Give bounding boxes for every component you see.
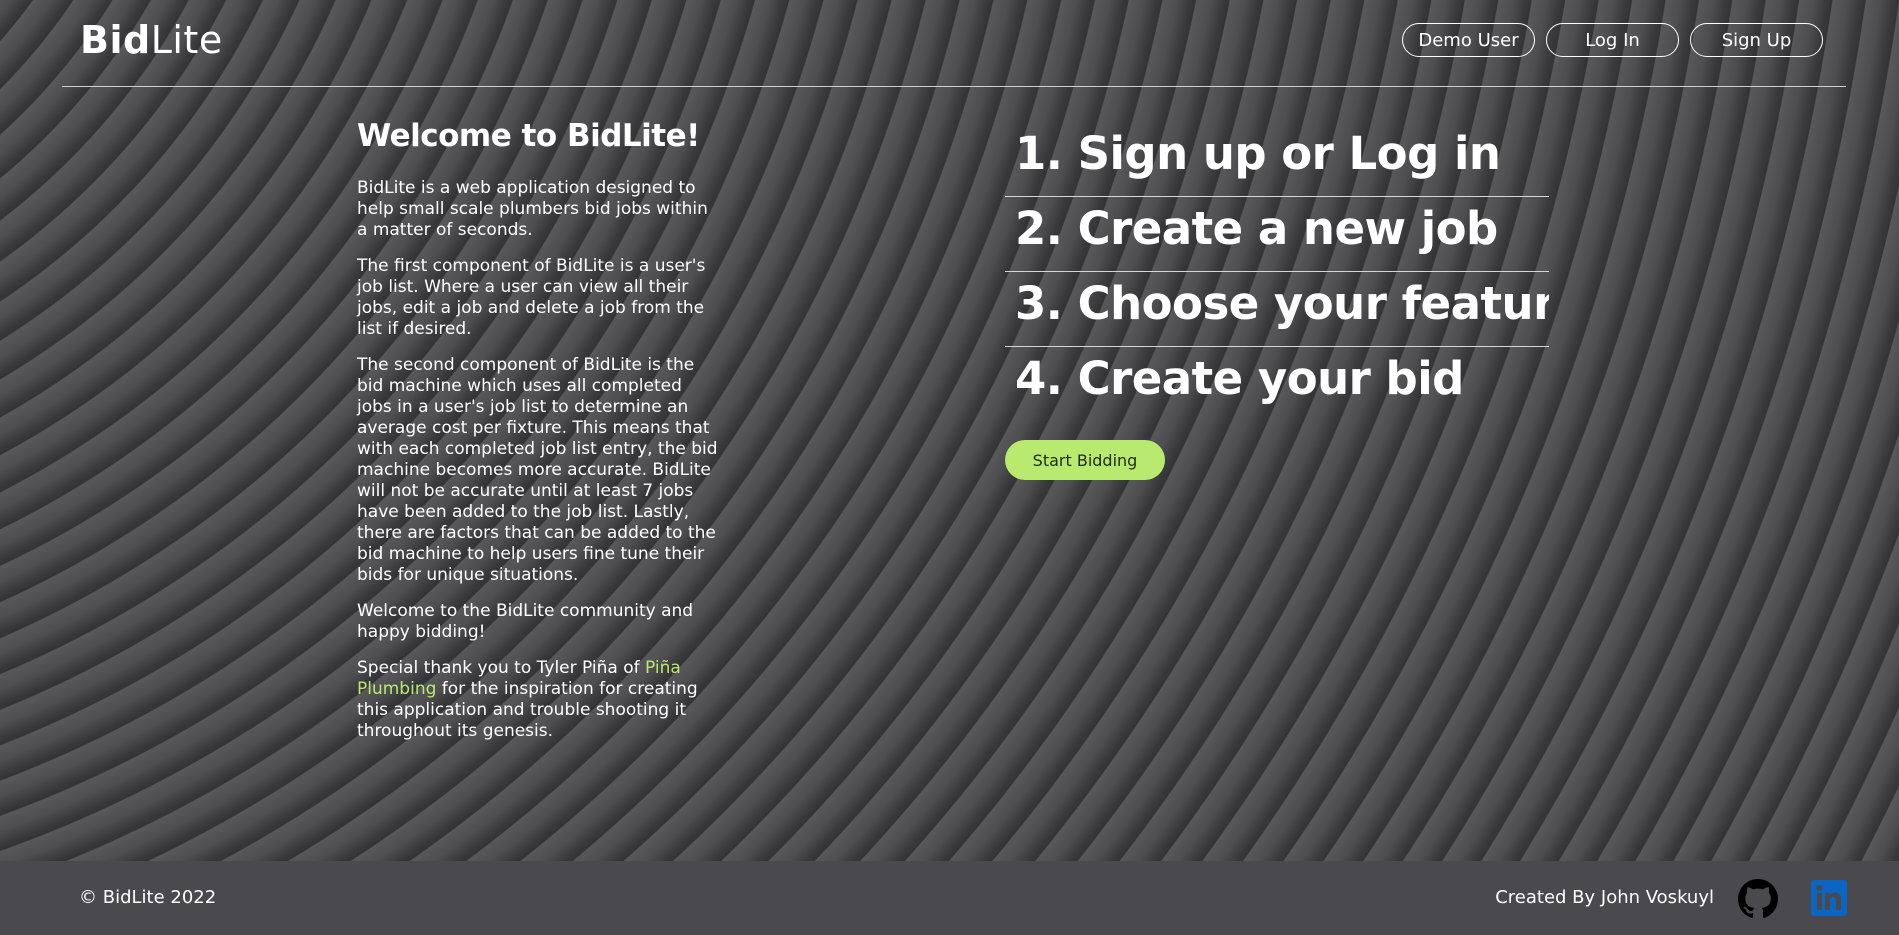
log-in-button[interactable]: Log In <box>1546 23 1679 57</box>
intro-paragraph-4: Welcome to the BidLite community and hap… <box>357 601 694 642</box>
step-3: 3. Choose your features <box>1005 272 1549 347</box>
intro-paragraph-2: The first component of BidLite is a user… <box>357 256 706 339</box>
demo-user-button[interactable]: Demo User <box>1402 23 1535 57</box>
credit-text: Created By John Voskuyl <box>1495 887 1714 908</box>
copyright-text: © BidLite 2022 <box>79 887 217 908</box>
logo-bold: Bid <box>80 18 151 62</box>
sign-up-button[interactable]: Sign Up <box>1690 23 1823 57</box>
steps-list: 1. Sign up or Log in 2. Create a new job… <box>1005 122 1549 422</box>
intro-section: Welcome to BidLite! BidLite is a web app… <box>357 116 719 757</box>
site-footer: © BidLite 2022 Created By John Voskuyl <box>0 861 1899 935</box>
linkedin-icon[interactable] <box>1811 880 1847 916</box>
step-1: 1. Sign up or Log in <box>1005 122 1549 197</box>
intro-title: Welcome to BidLite! <box>357 118 700 154</box>
thanks-paragraph: Special thank you to Tyler Piña of Piña … <box>357 658 719 742</box>
site-header: BidLite Demo User Log In Sign Up <box>62 0 1846 87</box>
intro-paragraph-1: BidLite is a web application designed to… <box>357 178 708 240</box>
start-bidding-button[interactable]: Start Bidding <box>1005 440 1165 480</box>
logo-light: Lite <box>150 18 223 62</box>
step-2: 2. Create a new job <box>1005 197 1549 272</box>
github-icon[interactable] <box>1738 879 1778 919</box>
step-4: 4. Create your bid <box>1015 352 1464 405</box>
thanks-prefix: Special thank you to Tyler Piña of <box>357 658 646 678</box>
intro-paragraph-3: The second component of BidLite is the b… <box>357 355 718 585</box>
logo[interactable]: BidLite <box>80 18 223 62</box>
